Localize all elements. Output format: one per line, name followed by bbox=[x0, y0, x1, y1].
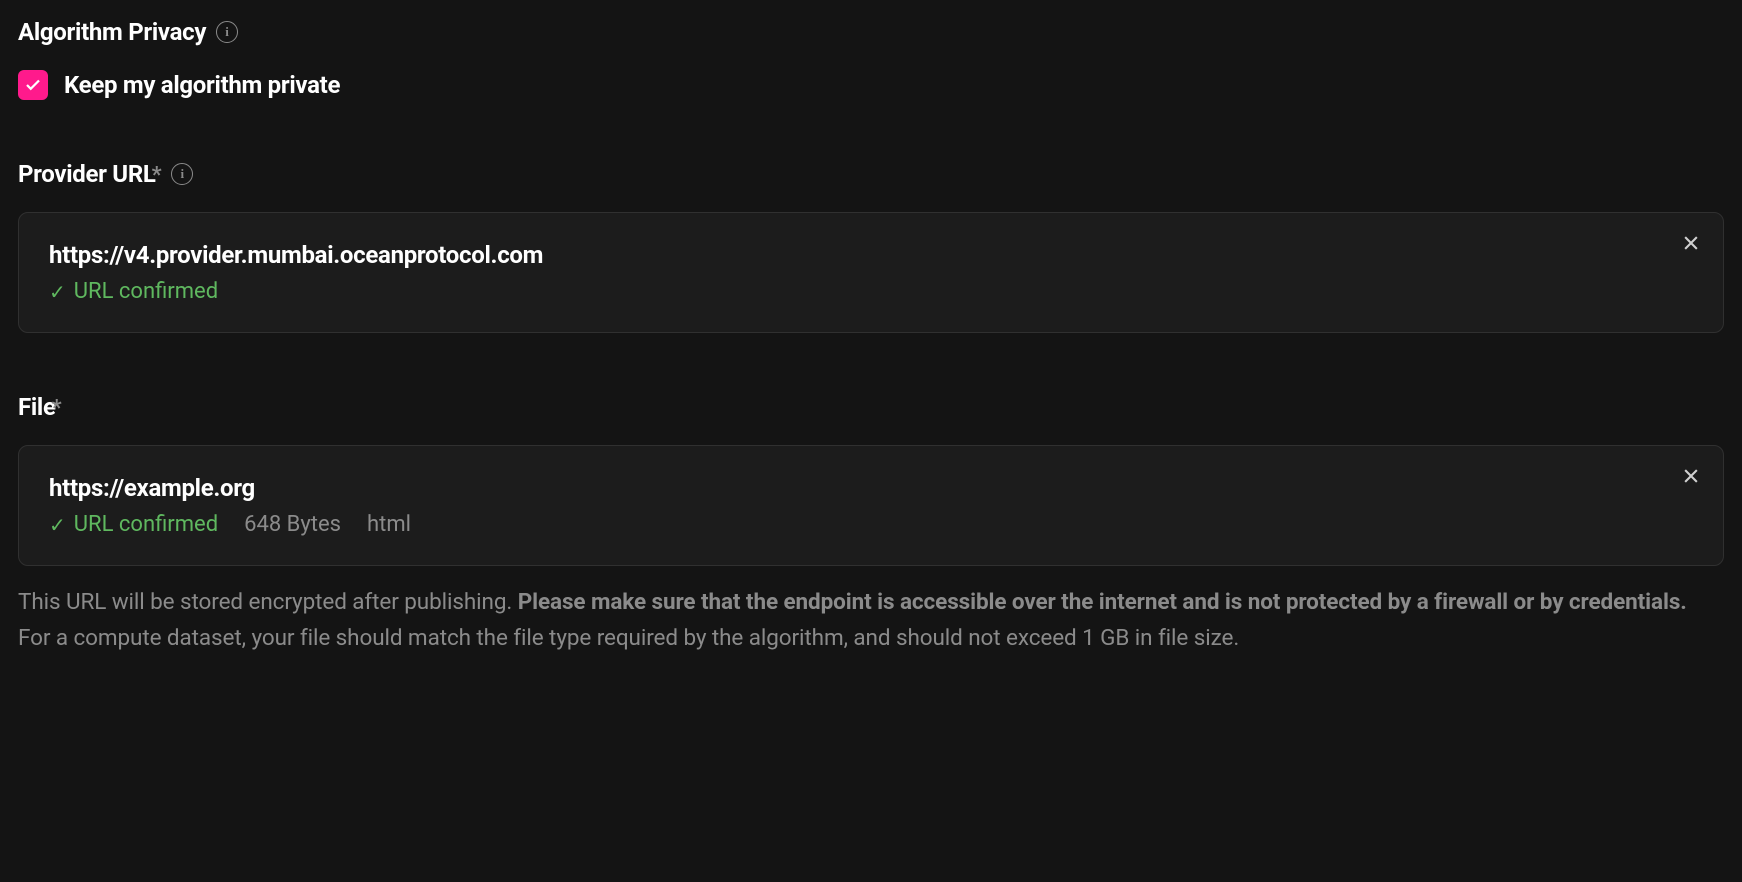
close-icon bbox=[1681, 466, 1701, 486]
provider-confirmed-status: ✓ URL confirmed bbox=[49, 279, 218, 304]
confirmed-text: URL confirmed bbox=[74, 512, 218, 537]
check-icon: ✓ bbox=[49, 280, 66, 304]
provider-url-value: https://v4.provider.mumbai.oceanprotocol… bbox=[49, 241, 1693, 269]
privacy-checkbox[interactable] bbox=[18, 70, 48, 100]
confirmed-text: URL confirmed bbox=[74, 279, 218, 304]
file-title-text: File bbox=[18, 393, 56, 421]
provider-title-text: Provider URL bbox=[18, 160, 156, 188]
check-icon: ✓ bbox=[49, 513, 66, 537]
clear-provider-button[interactable] bbox=[1679, 231, 1703, 255]
section-header: Algorithm Privacy i bbox=[18, 18, 1724, 46]
file-section: File* https://example.org ✓ URL confirme… bbox=[18, 393, 1724, 656]
privacy-checkbox-label: Keep my algorithm private bbox=[64, 71, 340, 99]
file-url-value: https://example.org bbox=[49, 474, 1693, 502]
file-help-text: This URL will be stored encrypted after … bbox=[18, 584, 1724, 656]
help-bold: Please make sure that the endpoint is ac… bbox=[518, 589, 1687, 615]
privacy-title: Algorithm Privacy bbox=[18, 18, 206, 46]
privacy-checkbox-row: Keep my algorithm private bbox=[18, 70, 1724, 100]
file-title: File* bbox=[18, 393, 61, 421]
algorithm-privacy-section: Algorithm Privacy i Keep my algorithm pr… bbox=[18, 18, 1724, 100]
file-confirmed-status: ✓ URL confirmed bbox=[49, 512, 218, 537]
file-size: 648 Bytes bbox=[244, 512, 341, 537]
file-type: html bbox=[367, 512, 411, 537]
clear-file-button[interactable] bbox=[1679, 464, 1703, 488]
check-icon bbox=[24, 76, 42, 94]
provider-status-row: ✓ URL confirmed bbox=[49, 279, 1693, 304]
provider-url-section: Provider URL* i https://v4.provider.mumb… bbox=[18, 160, 1724, 333]
required-asterisk: * bbox=[52, 396, 62, 421]
help-suffix: For a compute dataset, your file should … bbox=[18, 625, 1239, 651]
provider-title: Provider URL* bbox=[18, 160, 161, 188]
file-status-row: ✓ URL confirmed 648 Bytes html bbox=[49, 512, 1693, 537]
required-asterisk: * bbox=[152, 163, 162, 188]
close-icon bbox=[1681, 233, 1701, 253]
section-header: File* bbox=[18, 393, 1724, 421]
help-prefix: This URL will be stored encrypted after … bbox=[18, 589, 518, 615]
provider-url-input-box: https://v4.provider.mumbai.oceanprotocol… bbox=[18, 212, 1724, 333]
info-icon[interactable]: i bbox=[216, 21, 238, 43]
section-header: Provider URL* i bbox=[18, 160, 1724, 188]
info-icon[interactable]: i bbox=[171, 163, 193, 185]
file-input-box: https://example.org ✓ URL confirmed 648 … bbox=[18, 445, 1724, 566]
